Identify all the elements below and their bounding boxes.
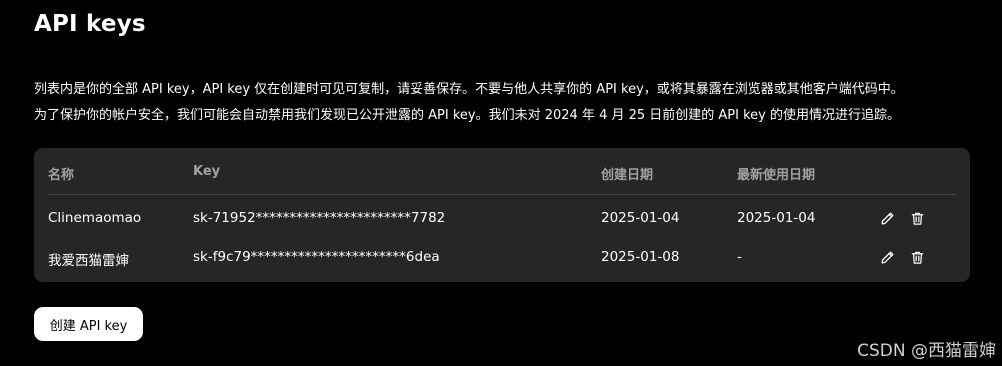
watermark: CSDN @西猫雷婶	[857, 341, 996, 361]
description-line-1: 列表内是你的全部 API key，API key 仅在创建时可见可复制，请妥善保…	[34, 82, 904, 97]
key-value: sk-71952***********************7782	[193, 210, 446, 226]
last-used-date: 2025-01-04	[737, 210, 816, 226]
created-date: 2025-01-08	[601, 249, 680, 265]
last-used-date: -	[737, 249, 742, 265]
key-name: 我爱西猫雷婶	[48, 253, 129, 269]
header-key: Key	[193, 164, 221, 179]
created-date: 2025-01-04	[601, 210, 680, 226]
pencil-icon[interactable]	[879, 249, 896, 266]
table-row: Clinemaomao sk-71952********************…	[34, 198, 970, 238]
api-keys-page: API keys 列表内是你的全部 API key，API key 仅在创建时可…	[0, 0, 1002, 366]
header-created: 创建日期	[601, 168, 654, 183]
key-value: sk-f9c79***********************6dea	[193, 249, 440, 265]
table-header: 名称 Key 创建日期 最新使用日期	[48, 148, 956, 195]
row-actions	[879, 248, 926, 266]
page-description: 列表内是你的全部 API key，API key 仅在创建时可见可复制，请妥善保…	[34, 77, 974, 129]
description-line-2: 为了保护你的帐户安全，我们可能会自动禁用我们发现已公开泄露的 API key。我…	[34, 108, 900, 123]
table-row: 我爱西猫雷婶 sk-f9c79***********************6d…	[34, 237, 970, 277]
row-actions	[879, 209, 926, 227]
header-name: 名称	[48, 168, 75, 183]
create-api-key-button[interactable]: 创建 API key	[34, 307, 143, 341]
api-keys-table: 名称 Key 创建日期 最新使用日期 Clinemaomao sk-71952*…	[34, 148, 970, 282]
key-name: Clinemaomao	[48, 210, 142, 226]
header-last-used: 最新使用日期	[737, 168, 816, 183]
page-title: API keys	[34, 11, 146, 37]
trash-icon[interactable]	[909, 249, 926, 266]
pencil-icon[interactable]	[879, 210, 896, 227]
trash-icon[interactable]	[909, 210, 926, 227]
